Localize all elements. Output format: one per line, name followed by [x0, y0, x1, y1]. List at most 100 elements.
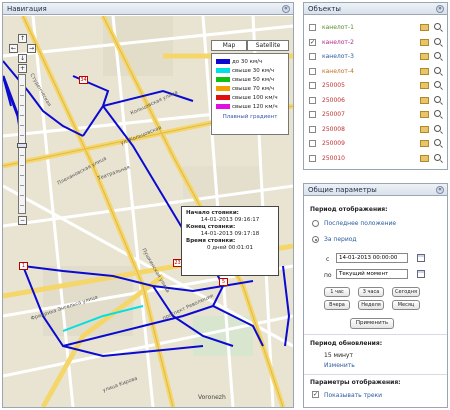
- zoom-slider-thumb[interactable]: [17, 143, 27, 148]
- general-params-panel: Общие параметры « Период отображения: По…: [303, 183, 448, 408]
- pan-up-icon[interactable]: ↑: [18, 34, 27, 43]
- object-checkbox[interactable]: [309, 67, 316, 75]
- quick-1-hour-button[interactable]: 1 час: [324, 287, 350, 297]
- object-row[interactable]: канелот-3: [308, 50, 446, 64]
- object-checkbox[interactable]: [309, 82, 316, 89]
- magnifier-icon[interactable]: [434, 110, 441, 117]
- folder-icon[interactable]: [420, 38, 429, 46]
- object-name[interactable]: 250010: [322, 154, 345, 163]
- magnifier-icon[interactable]: [434, 124, 441, 132]
- zoom-out-icon[interactable]: −: [18, 216, 27, 225]
- object-row[interactable]: 250008: [308, 123, 446, 137]
- object-row[interactable]: канелот-4: [308, 65, 446, 79]
- object-name[interactable]: канелот-1: [322, 23, 354, 32]
- params-panel-header: Общие параметры «: [304, 184, 447, 196]
- object-row[interactable]: 250010: [308, 152, 446, 166]
- pan-down-icon[interactable]: ↓: [18, 54, 27, 63]
- to-calendar-icon[interactable]: [417, 270, 425, 278]
- update-period-change-link[interactable]: Изменить: [324, 362, 355, 369]
- magnifier-icon[interactable]: [434, 81, 441, 88]
- zoom-in-icon[interactable]: +: [18, 64, 27, 73]
- folder-icon[interactable]: [420, 140, 429, 147]
- stop-info-popup: Начало стоянки: 14-01-2013 09:16:17 Коне…: [181, 206, 279, 276]
- object-row[interactable]: 250005: [308, 79, 446, 93]
- magnifier-icon[interactable]: [434, 23, 441, 30]
- folder-icon[interactable]: [420, 96, 429, 104]
- zoom-slider[interactable]: [17, 74, 27, 214]
- folder-icon[interactable]: [420, 154, 429, 162]
- object-checkbox[interactable]: [309, 53, 316, 60]
- object-name[interactable]: 250008: [322, 125, 345, 134]
- stop-time-value: 0 дней 00:01:01: [206, 245, 254, 251]
- smooth-gradient-link[interactable]: Плавный градиент: [216, 114, 284, 120]
- quick-month-button[interactable]: Месяц: [392, 300, 420, 310]
- folder-icon[interactable]: [420, 67, 429, 75]
- object-checkbox[interactable]: ✓: [309, 38, 316, 46]
- apply-button[interactable]: Применить: [350, 318, 394, 329]
- quick-yesterday-button[interactable]: Вчера: [324, 300, 350, 310]
- object-checkbox[interactable]: [309, 125, 316, 133]
- legend-row: свыше 30 км/ч: [216, 67, 284, 76]
- object-row[interactable]: ✓ канелот-2: [308, 36, 446, 50]
- object-name[interactable]: 250007: [322, 110, 345, 119]
- folder-icon[interactable]: [420, 111, 429, 118]
- params-collapse-icon[interactable]: «: [436, 186, 444, 194]
- radio-period-label[interactable]: За период: [324, 236, 357, 243]
- object-checkbox[interactable]: [309, 24, 316, 31]
- objects-collapse-icon[interactable]: »: [436, 5, 444, 13]
- object-name[interactable]: канелот-4: [322, 67, 354, 76]
- folder-icon[interactable]: [420, 82, 429, 89]
- magnifier-icon[interactable]: [434, 37, 441, 45]
- map-view[interactable]: Кольцовская улица ул. Кольцовская Студен…: [3, 16, 293, 407]
- object-row[interactable]: канелот-1: [308, 21, 446, 35]
- object-name[interactable]: 250005: [322, 81, 345, 90]
- navigation-panel-title: Навигация: [7, 5, 47, 13]
- to-datetime-input[interactable]: [336, 269, 408, 279]
- object-checkbox[interactable]: [309, 111, 316, 118]
- show-tracks-checkbox[interactable]: ✓: [312, 391, 319, 398]
- stop-time-label: Время стоянки:: [186, 238, 236, 244]
- object-row[interactable]: 250009: [308, 137, 446, 151]
- objects-panel-header: Объекты »: [304, 3, 447, 15]
- magnifier-icon[interactable]: [434, 52, 441, 59]
- legend-swatch: [216, 95, 230, 100]
- object-name[interactable]: канелот-2: [322, 38, 354, 47]
- legend-row: свыше 50 км/ч: [216, 76, 284, 85]
- pan-right-icon[interactable]: →: [27, 44, 36, 53]
- navigation-collapse-icon[interactable]: «: [282, 5, 290, 13]
- folder-icon[interactable]: [420, 24, 429, 31]
- radio-period[interactable]: [312, 236, 319, 243]
- object-name[interactable]: канелот-3: [322, 52, 354, 61]
- object-checkbox[interactable]: [309, 140, 316, 147]
- map-type-satellite-button[interactable]: Satellite: [247, 40, 289, 51]
- legend-swatch: [216, 86, 230, 91]
- magnifier-icon[interactable]: [434, 66, 441, 74]
- stop-end-value: 14-01-2013 09:17:18: [200, 231, 260, 237]
- quick-3-hours-button[interactable]: 3 часа: [358, 287, 384, 297]
- quick-today-button[interactable]: Сегодня: [392, 287, 420, 297]
- pan-left-icon[interactable]: ←: [9, 44, 18, 53]
- object-row[interactable]: 250007: [308, 108, 446, 122]
- folder-icon[interactable]: [420, 53, 429, 60]
- magnifier-icon[interactable]: [434, 95, 441, 103]
- radio-last-position-label[interactable]: Последнее положение: [324, 220, 396, 227]
- legend-row: свыше 100 км/ч: [216, 94, 284, 103]
- map-marker[interactable]: 1: [19, 262, 28, 270]
- show-tracks-label[interactable]: Показывать треки: [324, 392, 382, 399]
- map-marker[interactable]: 34: [79, 76, 88, 84]
- radio-last-position[interactable]: [312, 220, 319, 227]
- map-marker[interactable]: 5: [219, 278, 228, 286]
- object-name[interactable]: 250006: [322, 96, 345, 105]
- object-row[interactable]: 250006: [308, 94, 446, 108]
- from-datetime-input[interactable]: [336, 253, 408, 263]
- magnifier-icon[interactable]: [434, 139, 441, 146]
- magnifier-icon[interactable]: [434, 153, 441, 161]
- map-type-map-button[interactable]: Map: [211, 40, 247, 51]
- object-checkbox[interactable]: [309, 154, 316, 162]
- object-checkbox[interactable]: [309, 96, 316, 104]
- quick-week-button[interactable]: Неделя: [358, 300, 384, 310]
- folder-icon[interactable]: [420, 125, 429, 133]
- speed-legend: до 30 км/ч свыше 30 км/ч свыше 50 км/ч с…: [211, 53, 289, 135]
- from-calendar-icon[interactable]: [417, 254, 425, 262]
- object-name[interactable]: 250009: [322, 139, 345, 148]
